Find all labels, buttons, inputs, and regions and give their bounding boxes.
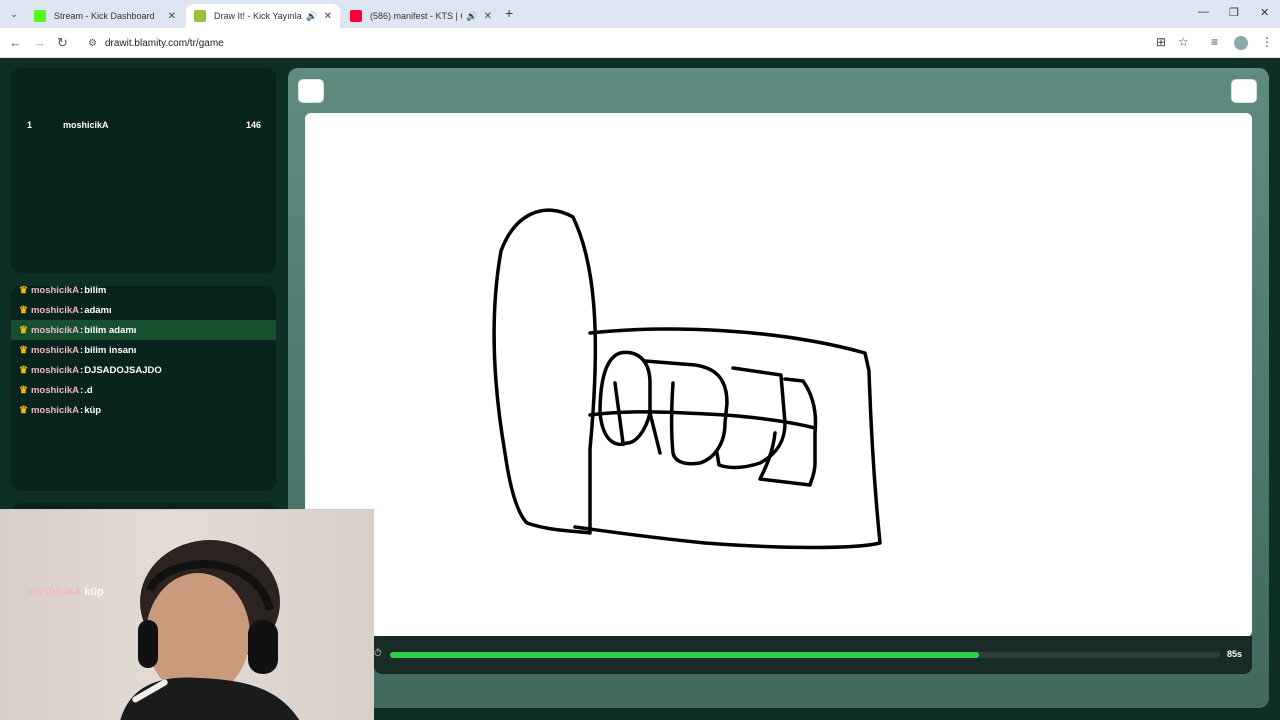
webcam-video: moshicikA küp <box>0 509 374 720</box>
drawing-stage: ⏱ 85s <box>288 68 1269 708</box>
chat-message: ♛ moshicikA: DJSADOJSAJDO <box>19 364 162 376</box>
chat-text: küp <box>84 404 102 416</box>
left-tool-button[interactable] <box>298 79 324 103</box>
site-info-icon[interactable]: ⚙ <box>88 38 97 49</box>
speaker-icon[interactable]: 🔊 <box>306 11 317 22</box>
tab-title: Draw It! - Kick Yayınları İçin <box>214 11 302 21</box>
close-tab-icon[interactable]: ✕ <box>484 11 492 22</box>
crown-icon: ♛ <box>19 384 28 396</box>
crown-icon: ♛ <box>19 344 28 356</box>
chat-username: moshicikA <box>30 344 80 356</box>
right-tool-button[interactable] <box>1231 79 1257 103</box>
back-icon[interactable]: ← <box>9 35 22 50</box>
scoreboard-panel: 1 moshicikA 146 <box>11 68 276 273</box>
close-tab-icon[interactable]: ✕ <box>168 11 176 22</box>
drawing-canvas[interactable] <box>305 113 1252 637</box>
chat-username: moshicikA <box>30 404 80 416</box>
chat-message-highlighted: ♛ moshicikA: bilim adamı <box>11 320 276 340</box>
timer-progress <box>390 652 980 658</box>
crown-icon: ♛ <box>19 364 28 376</box>
tab-search-icon[interactable]: ⌄ <box>6 6 22 22</box>
url-text[interactable]: drawit.blamity.com/tr/game <box>105 38 224 49</box>
chat-message: ♛ moshicikA: bilim <box>19 286 107 296</box>
drawit-favicon-icon <box>194 10 206 22</box>
forward-icon[interactable]: → <box>33 35 46 50</box>
reload-icon[interactable]: ↻ <box>57 35 68 51</box>
restore-icon[interactable]: ❐ <box>1229 6 1239 19</box>
close-tab-icon[interactable]: ✕ <box>324 11 332 22</box>
tab-youtube[interactable]: (586) manifest - KTS | Offici 🔊 ✕ <box>342 4 500 28</box>
chat-message: ♛ moshicikA: bilim insanı <box>19 344 137 356</box>
scoreboard-row: 1 moshicikA 146 <box>27 120 261 134</box>
chat-username: moshicikA <box>30 364 80 376</box>
chat-text: adamı <box>84 304 112 316</box>
crown-icon: ♛ <box>19 304 28 316</box>
chat-username: moshicikA <box>30 286 80 296</box>
chat-username: moshicikA <box>30 384 80 396</box>
tab-title: (586) manifest - KTS | Offici <box>370 11 462 21</box>
translate-icon[interactable]: ⊞ <box>1156 35 1166 49</box>
overlay-text: küp <box>84 586 104 598</box>
address-bar-row: ← → ↻ ⚙ drawit.blamity.com/tr/game ⊞ ☆ ≡… <box>0 28 1280 58</box>
rank: 1 <box>27 120 33 130</box>
overlay-username: moshicikA <box>26 586 82 598</box>
speaker-icon[interactable]: 🔊 <box>466 11 477 22</box>
crown-icon: ♛ <box>19 404 28 416</box>
minimize-icon[interactable]: — <box>1198 6 1209 18</box>
chat-message: ♛ moshicikA: .d <box>19 384 93 396</box>
chat-text: bilim <box>84 286 107 296</box>
player-points: 146 <box>245 120 261 130</box>
drawing-svg <box>492 208 882 550</box>
kick-favicon-icon <box>34 10 46 22</box>
chat-text: .d <box>84 384 93 396</box>
stopwatch-icon: ⏱ <box>374 648 382 659</box>
stream-chat-overlay: moshicikA küp <box>26 586 104 598</box>
omnibox[interactable]: ⚙ drawit.blamity.com/tr/game <box>80 32 1200 54</box>
player-name: moshicikA <box>63 120 109 130</box>
chat-text: bilim insanı <box>84 344 137 356</box>
new-tab-button[interactable]: + <box>505 5 513 21</box>
chat-text: bilim adamı <box>84 324 137 336</box>
round-timer-bar: ⏱ 85s <box>374 636 1252 674</box>
browser-tab-bar: ⌄ Stream - Kick Dashboard ✕ Draw It! - K… <box>0 0 1280 28</box>
browser-menu-icon[interactable]: ⋮ <box>1261 35 1273 49</box>
crown-icon: ♛ <box>19 286 28 296</box>
media-control-icon[interactable]: ≡ <box>1211 35 1218 49</box>
chat-message: ♛ moshicikA: adamı <box>19 304 112 316</box>
timer-seconds: 85s <box>1226 649 1242 659</box>
crown-icon: ♛ <box>19 324 28 336</box>
youtube-favicon-icon <box>350 10 362 22</box>
tab-draw-it[interactable]: Draw It! - Kick Yayınları İçin 🔊 ✕ <box>186 4 340 28</box>
close-window-icon[interactable]: ✕ <box>1260 6 1269 19</box>
timer-track <box>390 652 1220 658</box>
streamer-silhouette <box>120 540 300 720</box>
chat-message: ♛ moshicikA: küp <box>19 404 102 416</box>
tab-kick-dashboard[interactable]: Stream - Kick Dashboard ✕ <box>26 4 184 28</box>
chat-panel: ♛ moshicikA: bilim ♛ moshicikA: adamı ♛ mo… <box>11 286 276 491</box>
bookmark-star-icon[interactable]: ☆ <box>1178 35 1189 49</box>
chat-username: moshicikA <box>30 324 80 336</box>
chat-username: moshicikA <box>30 304 80 316</box>
profile-avatar[interactable] <box>1234 36 1248 50</box>
tab-title: Stream - Kick Dashboard <box>54 11 155 21</box>
chat-text: DJSADOJSAJDO <box>84 364 162 376</box>
